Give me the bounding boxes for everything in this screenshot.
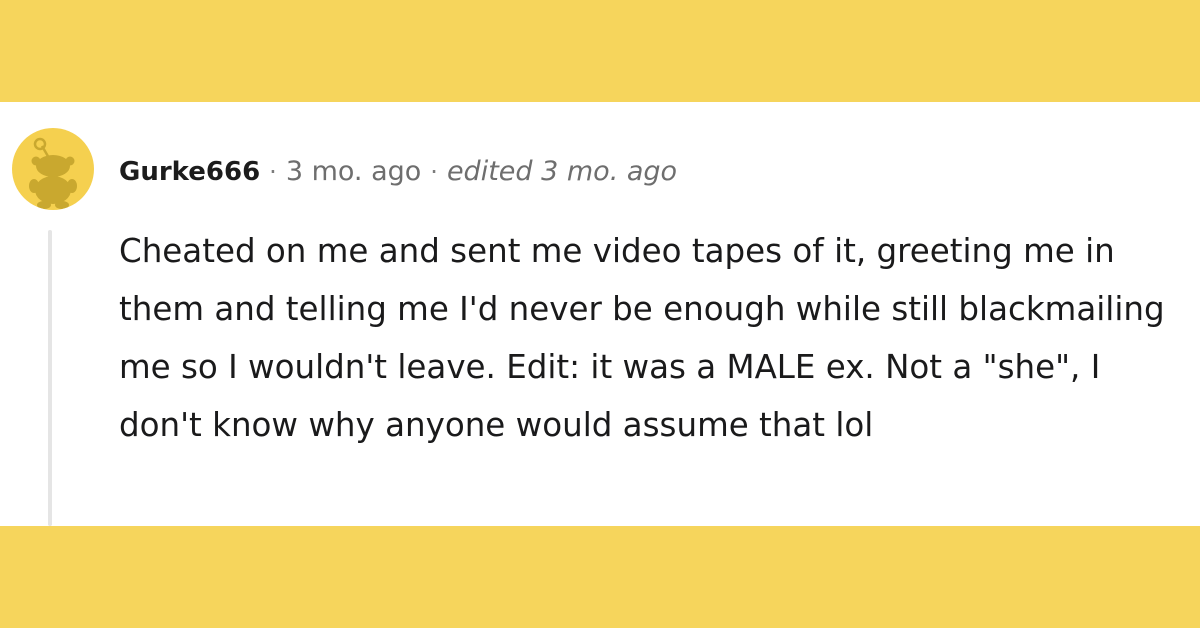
comment-body: Cheated on me and sent me video tapes of…	[119, 232, 1165, 444]
meta-separator: ·	[269, 158, 277, 186]
edited-timestamp: edited 3 mo. ago	[446, 156, 678, 187]
comment-card: Gurke666 · 3 mo. ago · edited 3 mo. ago …	[0, 102, 1200, 526]
top-banner	[0, 0, 1200, 102]
comment-meta: Gurke666 · 3 mo. ago · edited 3 mo. ago	[119, 152, 677, 192]
thread-collapse-line[interactable]	[48, 230, 52, 526]
meta-separator: ·	[430, 158, 438, 186]
bottom-banner	[0, 526, 1200, 628]
comment-timestamp[interactable]: 3 mo. ago	[286, 152, 421, 192]
snoo-avatar-icon	[29, 137, 77, 209]
username-link[interactable]: Gurke666	[119, 152, 260, 192]
avatar[interactable]	[12, 128, 94, 210]
